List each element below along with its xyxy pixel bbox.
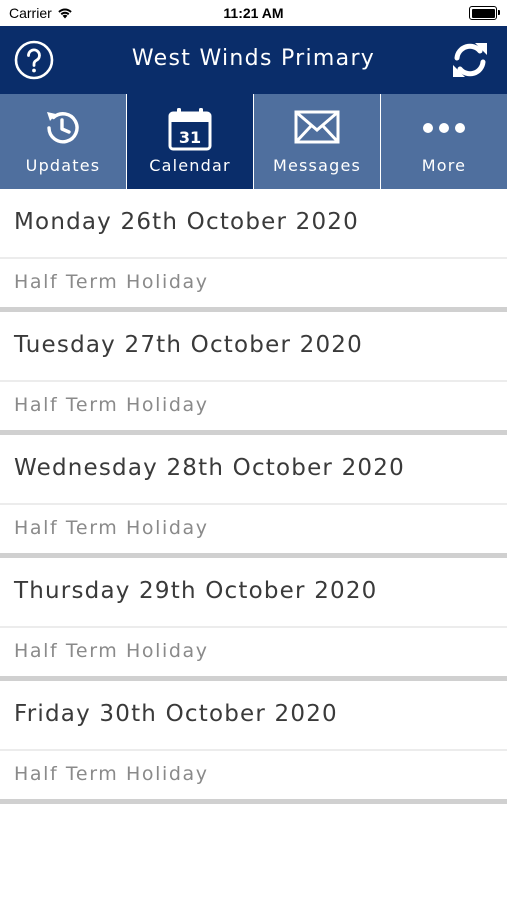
tab-label: Calendar [149, 156, 231, 175]
tab-more[interactable]: More [381, 94, 507, 189]
envelope-icon [294, 110, 340, 144]
more-dots-icon [423, 123, 465, 133]
status-bar: Carrier 11:21 AM [0, 0, 507, 26]
event-item[interactable]: Half Term Holiday [0, 628, 507, 676]
page-title: West Winds Primary [131, 46, 376, 71]
tab-label: Messages [272, 156, 362, 175]
calendar-icon: 31 [168, 108, 212, 151]
calendar-day-number: 31 [179, 128, 201, 147]
day-group: Monday 26th October 2020 Half Term Holid… [0, 189, 507, 312]
day-header: Monday 26th October 2020 [0, 189, 507, 259]
tab-label: More [421, 156, 467, 175]
day-header: Wednesday 28th October 2020 [0, 435, 507, 505]
status-time: 11:21 AM [223, 5, 284, 21]
event-item[interactable]: Half Term Holiday [0, 259, 507, 307]
calendar-list: Monday 26th October 2020 Half Term Holid… [0, 189, 507, 804]
event-item[interactable]: Half Term Holiday [0, 751, 507, 799]
history-clock-icon [47, 112, 79, 144]
day-group: Tuesday 27th October 2020 Half Term Holi… [0, 312, 507, 435]
battery-icon [469, 6, 500, 20]
refresh-icon [453, 43, 487, 77]
refresh-button[interactable] [449, 40, 491, 80]
tab-bar: Updates 31 Calendar Messages More [0, 94, 507, 189]
day-header: Friday 30th October 2020 [0, 681, 507, 751]
event-item[interactable]: Half Term Holiday [0, 382, 507, 430]
navigation-bar: West Winds Primary [0, 26, 507, 94]
day-group: Friday 30th October 2020 Half Term Holid… [0, 681, 507, 804]
tab-updates[interactable]: Updates [0, 94, 126, 189]
tab-label: Updates [25, 156, 101, 175]
day-group: Wednesday 28th October 2020 Half Term Ho… [0, 435, 507, 558]
day-header: Thursday 29th October 2020 [0, 558, 507, 628]
tab-calendar[interactable]: 31 Calendar [127, 94, 253, 189]
tab-messages[interactable]: Messages [254, 94, 380, 189]
day-header: Tuesday 27th October 2020 [0, 312, 507, 382]
event-item[interactable]: Half Term Holiday [0, 505, 507, 553]
day-group: Thursday 29th October 2020 Half Term Hol… [0, 558, 507, 681]
